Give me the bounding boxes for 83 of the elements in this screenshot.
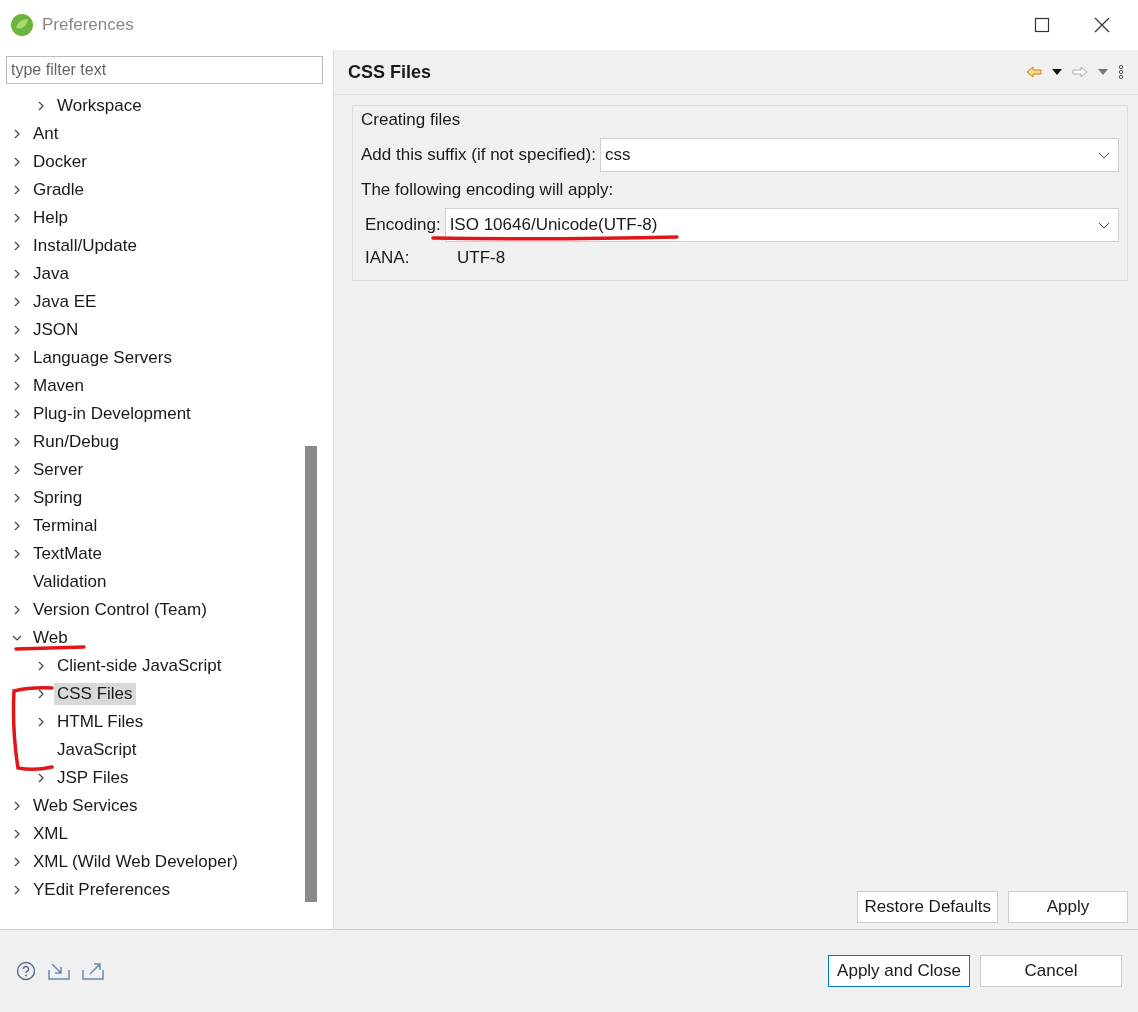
chevron-icon[interactable] — [12, 297, 22, 307]
chevron-icon[interactable] — [12, 801, 22, 811]
chevron-icon[interactable] — [12, 185, 22, 195]
tree-item[interactable]: Maven — [30, 375, 88, 397]
help-icon[interactable] — [16, 961, 36, 981]
tree-item[interactable]: Version Control (Team) — [30, 599, 210, 621]
tree-item[interactable]: Workspace — [54, 95, 145, 117]
chevron-icon[interactable] — [12, 381, 22, 391]
dropdown-icon[interactable] — [1052, 69, 1062, 75]
chevron-icon[interactable] — [12, 269, 22, 279]
tree-item[interactable]: Language Servers — [30, 347, 175, 369]
tree-item[interactable]: CSS Files — [54, 683, 136, 705]
chevron-icon[interactable] — [12, 213, 22, 223]
chevron-icon[interactable] — [12, 157, 22, 167]
tree-item[interactable]: HTML Files — [54, 711, 147, 733]
info-text: The following encoding will apply: — [361, 180, 615, 200]
filter-field[interactable]: type filter text — [6, 56, 323, 84]
tree-item[interactable]: Help — [30, 207, 71, 229]
group-title: Creating files — [361, 110, 462, 130]
chevron-icon[interactable] — [12, 325, 22, 335]
page-title: CSS Files — [348, 61, 432, 83]
scrollbar-thumb[interactable] — [305, 446, 317, 902]
tree-item[interactable]: JSP Files — [54, 767, 132, 789]
page-button[interactable]: Restore Defaults — [857, 891, 998, 923]
tree-item[interactable]: Java — [30, 263, 72, 285]
page-button[interactable]: Apply — [1008, 891, 1128, 923]
tree-item[interactable]: Ant — [30, 123, 62, 145]
chevron-icon[interactable] — [36, 773, 46, 783]
chevron-icon[interactable] — [12, 409, 22, 419]
field-label: IANA: — [365, 248, 411, 268]
field-value: UTF-8 — [457, 248, 506, 268]
chevron-icon[interactable] — [12, 241, 22, 251]
maximize-icon[interactable] — [1034, 17, 1050, 33]
chevron-icon[interactable] — [12, 549, 22, 559]
tree-item[interactable]: YEdit Preferences — [30, 879, 173, 901]
tree-item[interactable]: JavaScript — [54, 739, 140, 761]
close-icon[interactable] — [1094, 17, 1110, 33]
field-label: Add this suffix (if not specified): — [361, 145, 596, 165]
chevron-icon[interactable] — [12, 857, 22, 867]
tree-item[interactable]: Terminal — [30, 515, 101, 537]
tree-item[interactable]: Java EE — [30, 291, 100, 313]
chevron-icon[interactable] — [12, 493, 22, 503]
chevron-icon[interactable] — [12, 605, 22, 615]
export-icon[interactable] — [82, 962, 104, 980]
chevron-icon[interactable] — [12, 885, 22, 895]
suffix-combo[interactable]: css — [599, 138, 1119, 172]
chevron-icon[interactable] — [12, 129, 22, 139]
window-title: Preferences — [42, 15, 134, 35]
encoding-combo[interactable]: ISO 10646/Unicode(UTF-8) — [444, 208, 1119, 242]
tree-item[interactable]: Spring — [30, 487, 86, 509]
tree-item[interactable]: Web Services — [30, 795, 141, 817]
chevron-icon[interactable] — [12, 633, 22, 643]
tree-item[interactable]: XML (Wild Web Developer) — [30, 851, 241, 873]
chevron-icon[interactable] — [36, 717, 46, 727]
leaf-logo-icon — [10, 13, 34, 37]
tree-item[interactable]: Gradle — [30, 179, 88, 201]
tree-item[interactable]: Web — [30, 627, 71, 649]
tree-item[interactable]: Server — [30, 459, 87, 481]
tree-item[interactable]: XML — [30, 823, 71, 845]
more-icon[interactable] — [1118, 65, 1124, 79]
chevron-icon[interactable] — [36, 661, 46, 671]
chevron-icon[interactable] — [36, 689, 46, 699]
caret-icon — [1098, 221, 1110, 229]
tree-item[interactable]: Client-side JavaScript — [54, 655, 225, 677]
tree-item[interactable]: Validation — [30, 571, 110, 593]
chevron-icon[interactable] — [36, 101, 46, 111]
chevron-icon[interactable] — [12, 829, 22, 839]
tree-item[interactable]: Docker — [30, 151, 90, 173]
import-icon[interactable] — [48, 962, 70, 980]
tree-item[interactable]: TextMate — [30, 543, 105, 565]
chevron-icon[interactable] — [12, 353, 22, 363]
dialog-button[interactable]: Apply and Close — [828, 955, 970, 987]
annotation-underline — [14, 645, 86, 651]
tree-item[interactable]: JSON — [30, 319, 82, 341]
tree-item[interactable]: Run/Debug — [30, 431, 122, 453]
tree-item[interactable]: Install/Update — [30, 235, 140, 257]
chevron-icon[interactable] — [12, 465, 22, 475]
chevron-icon[interactable] — [12, 521, 22, 531]
chevron-icon[interactable] — [12, 437, 22, 447]
caret-icon — [1098, 151, 1110, 159]
field-label: Encoding: — [365, 215, 441, 235]
dialog-button[interactable]: Cancel — [980, 955, 1122, 987]
tree-item[interactable]: Plug-in Development — [30, 403, 194, 425]
